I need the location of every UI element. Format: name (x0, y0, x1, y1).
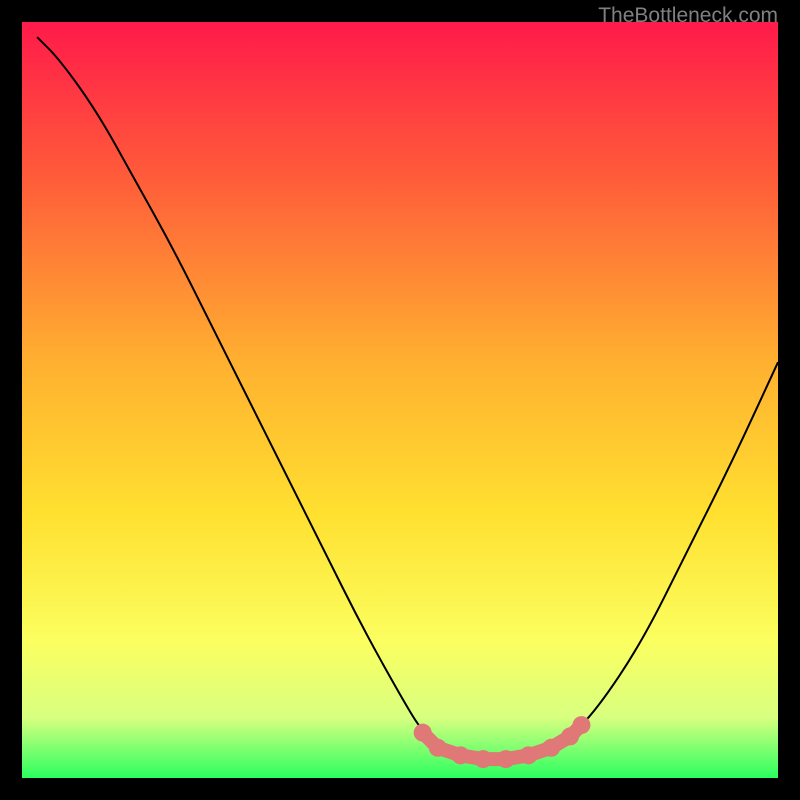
chart-svg (22, 22, 778, 778)
plot-area (22, 22, 778, 778)
gradient-background (22, 22, 778, 778)
chart-container: TheBottleneck.com (0, 0, 800, 800)
watermark-text: TheBottleneck.com (598, 4, 778, 28)
